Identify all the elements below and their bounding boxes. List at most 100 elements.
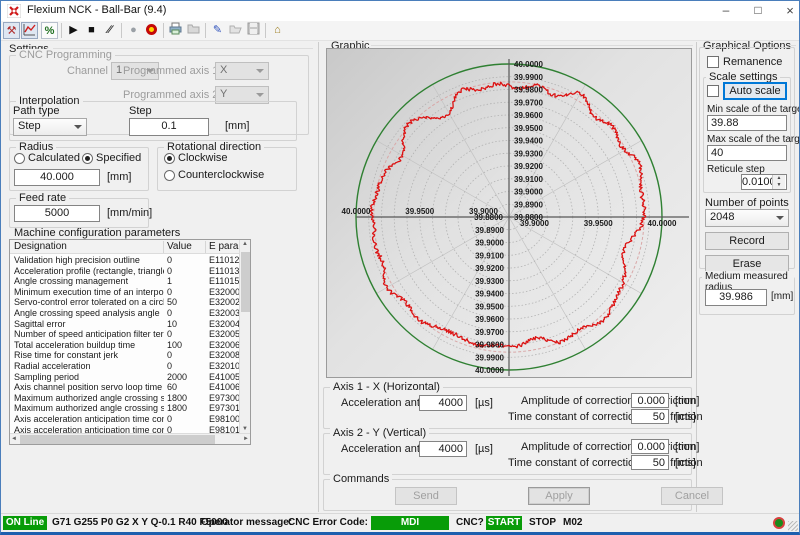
cnc-error-text: CNC Error Code: 0: [288, 517, 376, 528]
cnc-programming-label: CNC Programming: [16, 49, 115, 61]
axis2-amp-input[interactable]: 0.000: [631, 439, 669, 454]
status-indicator-icon: [773, 517, 785, 529]
send-button[interactable]: Send: [395, 487, 457, 505]
m02-text: M02: [563, 517, 582, 528]
svg-text:39.9800: 39.9800: [514, 86, 543, 95]
medium-radius-unit: [mm]: [771, 291, 793, 302]
axis1-tc-input[interactable]: 50: [631, 409, 669, 424]
table-row[interactable]: Number of speed anticipation filter term…: [10, 329, 239, 340]
svg-text:39.9000: 39.9000: [475, 239, 504, 248]
print-icon[interactable]: [167, 22, 184, 39]
radius-specified-radio[interactable]: [82, 153, 93, 164]
table-row[interactable]: Total acceleration buildup time100E32006: [10, 340, 239, 351]
spinner-down-icon[interactable]: ▼: [772, 182, 785, 189]
minimize-button[interactable]: –: [711, 1, 741, 21]
stop-icon[interactable]: ■: [83, 22, 100, 39]
radius-calculated-radio[interactable]: [14, 153, 25, 164]
tools-icon[interactable]: ⚒: [3, 22, 20, 39]
auto-scale-button[interactable]: Auto scale: [723, 82, 787, 100]
table-row[interactable]: Servo-control error tolerated on a circl…: [10, 297, 239, 308]
svg-text:39.9100: 39.9100: [514, 175, 543, 184]
remanence-checkbox[interactable]: [707, 56, 719, 68]
record-button[interactable]: Record: [705, 232, 789, 250]
folder-icon[interactable]: [185, 22, 202, 39]
axis2-amp-label: Amplitude of correction - Dry friction: [521, 441, 696, 453]
table-row[interactable]: Angle crossing speed analysis angle0E320…: [10, 308, 239, 319]
chart-icon[interactable]: [21, 22, 38, 39]
cnc-question-text: CNC?: [456, 517, 484, 528]
idle-dot-icon[interactable]: ●: [125, 22, 142, 39]
min-scale-input[interactable]: 39.88: [707, 115, 787, 131]
axis1-amp-input[interactable]: 0.000: [631, 393, 669, 408]
table-row[interactable]: Validation high precision outline0E11012: [10, 255, 239, 266]
clockwise-radio[interactable]: [164, 153, 175, 164]
left-splitter[interactable]: [318, 42, 319, 512]
svg-text:39.9900: 39.9900: [475, 353, 504, 362]
number-of-points-combo[interactable]: 2048: [705, 209, 789, 227]
home-icon[interactable]: ⌂: [269, 22, 286, 39]
play-icon[interactable]: ▶: [65, 22, 82, 39]
step-label: Step: [129, 105, 152, 117]
max-scale-input[interactable]: 40: [707, 145, 787, 161]
chevron-down-icon: [74, 125, 82, 129]
axis1-accel-input[interactable]: 4000: [419, 395, 467, 411]
programmed-axis1-combo[interactable]: X: [215, 62, 269, 80]
table-row[interactable]: Axis acceleration anticipation time cons…: [10, 425, 239, 434]
svg-text:39.9000: 39.9000: [520, 219, 549, 228]
programmed-axis2-label: Programmed axis 2: [123, 89, 218, 101]
resize-grip[interactable]: [788, 521, 798, 531]
table-hscrollbar[interactable]: ◄ ►: [10, 433, 250, 444]
axis1-tc-label: Time constant of correction - Dry fricti…: [508, 411, 703, 423]
remanence-label: Remanence: [723, 56, 782, 68]
svg-text:39.9800: 39.9800: [475, 341, 504, 350]
path-type-combo[interactable]: Step: [13, 118, 87, 136]
maximize-button[interactable]: □: [743, 1, 773, 21]
table-row[interactable]: Axis acceleration anticipation time cons…: [10, 414, 239, 425]
machine-params-table: Designation Value E param Validation hig…: [9, 239, 251, 445]
axis2-tc-input[interactable]: 50: [631, 455, 669, 470]
table-row[interactable]: Axis channel position servo loop time co…: [10, 382, 239, 393]
svg-text:39.8900: 39.8900: [514, 200, 543, 209]
table-row[interactable]: Maximum authorized angle crossing speed …: [10, 393, 239, 404]
table-row[interactable]: Sagittal error10E32004: [10, 319, 239, 330]
auto-scale-checkbox[interactable]: [707, 85, 719, 97]
table-row[interactable]: Angle crossing management1E11015: [10, 276, 239, 287]
counterclockwise-radio[interactable]: [164, 170, 175, 181]
edit-icon[interactable]: ✎: [209, 22, 226, 39]
machine-params-label: Machine configuration parameters: [14, 227, 180, 239]
toolbar: ⚒ % ▶ ■ ∕∕ ● ✎ ⌂: [1, 21, 799, 41]
table-row[interactable]: Maximum authorized angle crossing speed …: [10, 403, 239, 414]
table-header[interactable]: Designation Value E param: [10, 240, 250, 254]
cancel-button[interactable]: Cancel: [661, 487, 723, 505]
radius-input[interactable]: 40.000: [14, 169, 100, 186]
spinner-up-icon[interactable]: ▲: [772, 175, 785, 182]
feed-rate-input[interactable]: 5000: [14, 205, 100, 222]
skew-icon[interactable]: ∕∕: [101, 22, 118, 39]
open-icon[interactable]: [227, 22, 244, 39]
record-icon[interactable]: [143, 22, 160, 39]
table-row[interactable]: Radial acceleration0E32010: [10, 361, 239, 372]
save-icon[interactable]: [245, 22, 262, 39]
feed-rate-unit: [mm/min]: [107, 207, 152, 219]
axis2-accel-unit: [µs]: [475, 443, 493, 455]
svg-text:40.0000: 40.0000: [475, 366, 504, 375]
medium-radius-input[interactable]: 39.986: [705, 289, 767, 306]
apply-button[interactable]: Apply: [528, 487, 590, 505]
step-input[interactable]: 0.1: [129, 118, 209, 136]
commands-group: Commands: [323, 479, 692, 511]
close-button[interactable]: ×: [775, 1, 800, 21]
percent-icon[interactable]: %: [41, 22, 58, 39]
table-vscrollbar[interactable]: ▲ ▼: [239, 240, 250, 433]
table-row[interactable]: Sampling period2000E41005: [10, 372, 239, 383]
axis2-accel-input[interactable]: 4000: [419, 441, 467, 457]
axis2-amp-unit: [mm]: [675, 441, 699, 453]
counterclockwise-label: Counterclockwise: [178, 169, 264, 181]
table-row[interactable]: Rise time for constant jerk0E32008: [10, 350, 239, 361]
chevron-down-icon: [776, 216, 784, 220]
svg-text:39.9700: 39.9700: [475, 328, 504, 337]
svg-text:39.9100: 39.9100: [475, 251, 504, 260]
table-row[interactable]: Minimum execution time of an interpolati…: [10, 287, 239, 298]
reticule-step-spinner[interactable]: 0.0100 ▲ ▼: [741, 174, 787, 190]
table-row[interactable]: Acceleration profile (rectangle, triangl…: [10, 266, 239, 277]
svg-text:39.9700: 39.9700: [514, 98, 543, 107]
